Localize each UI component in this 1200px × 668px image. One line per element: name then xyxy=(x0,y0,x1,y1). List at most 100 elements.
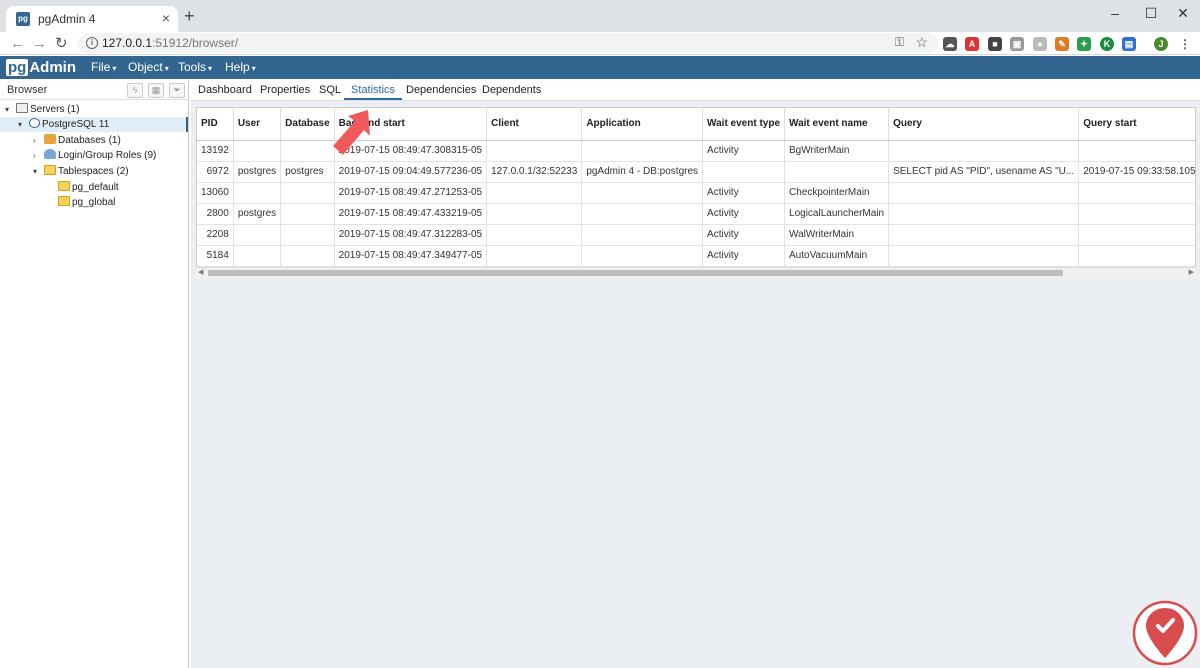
browser-tab-strip: pg pgAdmin 4 × + – ☐ ✕ xyxy=(0,0,1200,32)
extension-icon-1[interactable]: ☁ xyxy=(943,37,957,51)
table-cell: postgres xyxy=(280,161,335,183)
star-icon[interactable]: ☆ xyxy=(915,34,928,51)
table-cell xyxy=(1078,203,1195,225)
folder-icon xyxy=(58,181,70,191)
menu-file[interactable]: File ▾ xyxy=(91,60,116,76)
column-header[interactable]: Database xyxy=(280,108,335,141)
column-header[interactable]: Client xyxy=(486,108,583,141)
table-cell: 13060 xyxy=(197,182,234,204)
table-cell: SELECT pid AS "PID", usename AS "U... xyxy=(888,161,1080,183)
query-tool-icon[interactable]: ϟ xyxy=(127,83,143,98)
column-header[interactable]: Query xyxy=(888,108,1080,141)
address-bar[interactable]: i 127.0.0.1:51912/browser/ ⚿ ☆ xyxy=(78,33,938,53)
table-row[interactable]: 13060 2019-07-15 08:49:47.271253-05 Activi… xyxy=(197,182,1195,204)
object-tabs: Dashboard Properties SQL Statistics Depe… xyxy=(191,80,1200,101)
scroll-right-icon[interactable]: ▶ xyxy=(1189,268,1194,276)
tab-dependencies[interactable]: Dependencies xyxy=(406,83,476,97)
column-header[interactable]: User xyxy=(233,108,282,141)
extension-icon-7[interactable]: ✦ xyxy=(1077,37,1091,51)
chrome-menu-icon[interactable]: ⋮ xyxy=(1178,37,1192,51)
extension-icon-4[interactable]: ▣ xyxy=(1010,37,1024,51)
browser-tab[interactable]: pg pgAdmin 4 × xyxy=(6,6,178,32)
table-cell: AutoVacuumMain xyxy=(784,245,890,267)
minimize-icon[interactable]: – xyxy=(1098,2,1132,24)
column-header[interactable]: PID xyxy=(197,108,234,141)
new-tab-button[interactable]: + xyxy=(184,7,195,25)
table-cell xyxy=(888,203,1080,225)
url-text[interactable]: 127.0.0.1:51912/browser/ xyxy=(102,36,238,50)
extension-icon-9[interactable]: ▤ xyxy=(1122,37,1136,51)
extension-icon-8[interactable]: K xyxy=(1100,37,1114,51)
table-cell: Activity xyxy=(702,203,786,225)
forward-icon[interactable]: → xyxy=(32,35,47,52)
tab-statistics[interactable]: Statistics xyxy=(344,83,403,100)
table-cell: pgAdmin 4 - DB:postgres xyxy=(581,161,704,183)
table-cell xyxy=(888,224,1080,246)
role-icon xyxy=(44,149,56,159)
tree-item-pg-global[interactable]: pg_global xyxy=(57,195,115,210)
back-icon[interactable]: ← xyxy=(10,35,25,52)
view-data-icon[interactable]: ▦ xyxy=(148,83,164,98)
tab-dependents[interactable]: Dependents xyxy=(482,83,541,97)
close-icon[interactable]: ✕ xyxy=(1166,2,1200,24)
extension-icon-6[interactable]: ✎ xyxy=(1055,37,1069,51)
column-header[interactable]: Wait event name xyxy=(784,108,890,141)
extension-icon-2[interactable]: A xyxy=(965,37,979,51)
reload-icon[interactable]: ↻ xyxy=(55,35,68,52)
table-cell xyxy=(581,182,704,204)
horizontal-scrollbar[interactable]: ◀ ▶ xyxy=(196,267,1196,278)
profile-avatar[interactable]: J xyxy=(1154,37,1168,51)
table-cell xyxy=(280,224,335,246)
tree-item-pg-default[interactable]: pg_default xyxy=(57,180,119,195)
tree-item-tablespaces[interactable]: ▾ Tablespaces (2) xyxy=(33,164,129,179)
table-cell xyxy=(581,224,704,246)
collapse-icon[interactable]: ▾ xyxy=(33,164,43,179)
collapse-icon[interactable]: ▾ xyxy=(18,117,28,132)
column-header[interactable]: Application xyxy=(581,108,704,141)
tab-dashboard[interactable]: Dashboard xyxy=(198,83,252,97)
pgadmin-navbar: pg Admin File ▾ Object ▾ Tools ▾ Help ▾ xyxy=(0,56,1200,79)
tree-item-databases[interactable]: › Databases (1) xyxy=(33,133,121,148)
info-icon[interactable]: i xyxy=(86,37,98,49)
favicon: pg xyxy=(16,12,30,26)
menu-object[interactable]: Object ▾ xyxy=(128,60,169,76)
tree-item-postgresql[interactable]: ▾ PostgreSQL 11 xyxy=(0,117,188,132)
collapse-icon[interactable]: ▾ xyxy=(5,102,15,117)
column-header[interactable]: Wait event type xyxy=(702,108,786,141)
tree-item-servers[interactable]: ▾ Servers (1) xyxy=(5,102,79,117)
tree-item-login-roles[interactable]: › Login/Group Roles (9) xyxy=(33,148,156,163)
expand-icon[interactable]: › xyxy=(33,133,43,148)
key-icon[interactable]: ⚿ xyxy=(895,35,904,50)
table-cell xyxy=(486,224,583,246)
table-cell: LogicalLauncherMain xyxy=(784,203,890,225)
tab-sql[interactable]: SQL xyxy=(319,83,341,97)
table-row[interactable]: 5184 2019-07-15 08:49:47.349477-05 Activit… xyxy=(197,245,1195,267)
browser-panel-header: Browser ϟ ▦ ⏷ xyxy=(0,80,189,100)
column-header[interactable]: Query start xyxy=(1078,108,1195,141)
table-cell xyxy=(1078,140,1195,162)
table-cell: Activity xyxy=(702,245,786,267)
table-cell: postgres xyxy=(233,203,282,225)
scroll-left-icon[interactable]: ◀ xyxy=(198,268,203,276)
table-cell xyxy=(702,161,786,183)
tab-close-icon[interactable]: × xyxy=(162,10,170,26)
extension-icon-5[interactable]: ● xyxy=(1033,37,1047,51)
tab-properties[interactable]: Properties xyxy=(260,83,310,97)
folder-icon xyxy=(44,165,56,175)
table-cell: 5184 xyxy=(197,245,234,267)
maximize-icon[interactable]: ☐ xyxy=(1134,2,1168,24)
extension-icon-3[interactable]: ■ xyxy=(988,37,1002,51)
filter-icon[interactable]: ⏷ xyxy=(169,83,185,98)
menu-help[interactable]: Help ▾ xyxy=(225,60,256,76)
table-cell xyxy=(280,245,335,267)
table-cell: Activity xyxy=(702,182,786,204)
expand-icon[interactable]: › xyxy=(33,148,43,163)
table-row[interactable]: 6972 postgres postgres 2019-07-15 09:04:49.… xyxy=(197,161,1195,183)
table-row[interactable]: 2208 2019-07-15 08:49:47.312283-05 Activit… xyxy=(197,224,1195,246)
table-cell: WalWriterMain xyxy=(784,224,890,246)
table-cell xyxy=(888,140,1080,162)
table-cell: Activity xyxy=(702,140,786,162)
scrollbar-thumb[interactable] xyxy=(208,270,1063,276)
table-row[interactable]: 2800 postgres 2019-07-15 08:49:47.433219-0… xyxy=(197,203,1195,225)
menu-tools[interactable]: Tools ▾ xyxy=(178,60,212,76)
